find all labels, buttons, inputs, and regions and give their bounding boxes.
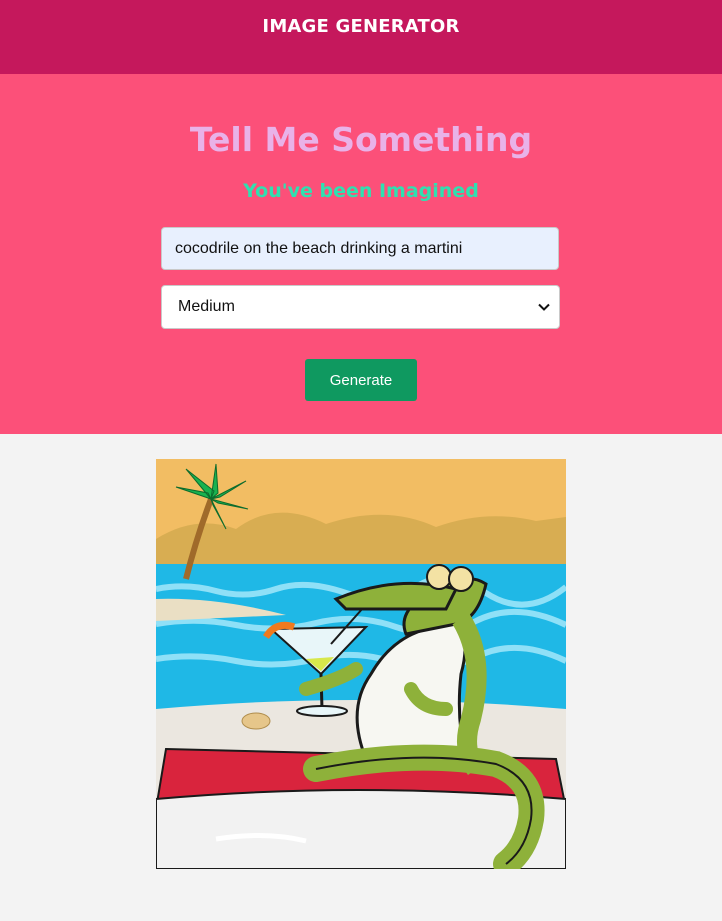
size-select[interactable]: Medium	[161, 285, 560, 329]
page-heading: Tell Me Something	[189, 120, 533, 159]
status-message: You've been Imagined	[243, 180, 479, 202]
prompt-input[interactable]	[161, 227, 559, 270]
size-select-value: Medium	[178, 298, 235, 315]
generate-button[interactable]: Generate	[305, 359, 417, 401]
app-title: IMAGE GENERATOR	[262, 15, 460, 37]
chevron-down-icon	[538, 303, 550, 311]
generated-image	[156, 459, 566, 869]
top-bar: IMAGE GENERATOR	[0, 0, 722, 74]
prompt-section: Tell Me Something You've been Imagined M…	[0, 74, 722, 434]
